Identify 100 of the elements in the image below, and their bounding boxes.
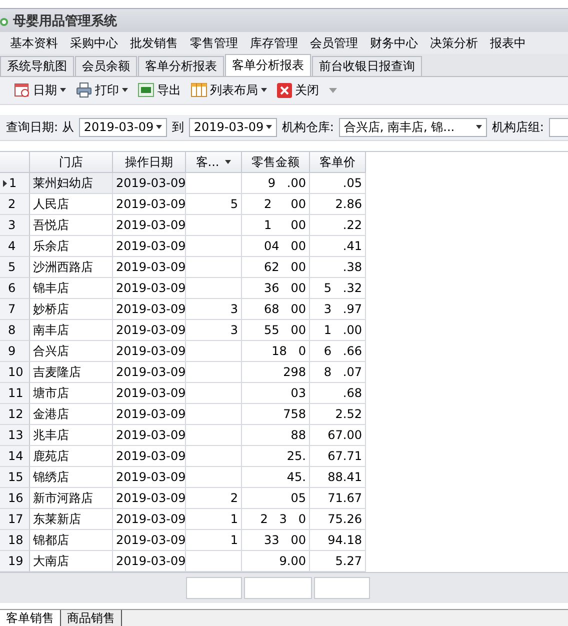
menu-item[interactable]: 批发销售 — [124, 34, 184, 52]
warehouse-field[interactable]: 合兴店, 南丰店, 锦... — [338, 118, 487, 137]
menu-item[interactable]: 决策分析 — [424, 34, 484, 52]
table-cell: 2019-03-09 — [113, 551, 186, 572]
column-header[interactable]: 客... — [186, 152, 242, 173]
toolbar-button[interactable]: 日期 — [14, 82, 66, 99]
table-cell: 南丰店 — [30, 320, 113, 341]
table-cell: 2019-03-09 — [113, 488, 186, 509]
row-number: 5 — [0, 257, 30, 278]
toolbar-button[interactable]: 列表布局 — [191, 82, 267, 99]
table-cell: 兆丰店 — [30, 425, 113, 446]
table-cell: 2 3 0 — [242, 509, 310, 530]
table-cell: 2 00 — [242, 194, 310, 215]
table-cell: 吾悦店 — [30, 215, 113, 236]
row-number: 15 — [0, 467, 30, 488]
table-cell: 锦都店 — [30, 530, 113, 551]
table-cell: 758 — [242, 404, 310, 425]
date-label: 查询日期: 从 — [6, 118, 74, 136]
menu-item[interactable]: 零售管理 — [184, 34, 244, 52]
tab[interactable]: 客单分析报表 — [138, 56, 224, 76]
table-cell: 1 .00 — [310, 320, 366, 341]
table-cell: 2019-03-09 — [113, 341, 186, 362]
table-cell: 2019-03-09 — [113, 278, 186, 299]
spreadsheet-icon — [138, 83, 154, 98]
row-number: 14 — [0, 446, 30, 467]
row-number: 8 — [0, 320, 30, 341]
table-cell: 吉麦隆店 — [30, 362, 113, 383]
table-cell: 2019-03-09 — [113, 215, 186, 236]
tab[interactable]: 客单销售 — [0, 610, 61, 626]
table-cell: 2019-03-09 — [113, 173, 186, 194]
summary-cell — [186, 577, 242, 599]
table-cell: 东莱新店 — [30, 509, 113, 530]
table-cell: 2 — [186, 488, 242, 509]
table-cell: 2019-03-09 — [113, 320, 186, 341]
table-cell: 9 .00 — [242, 173, 310, 194]
tab[interactable]: 客单分析报表 — [225, 54, 311, 76]
table-cell: 88 — [242, 425, 310, 446]
column-header[interactable]: 操作日期 — [113, 152, 186, 173]
to-label: 到 — [172, 118, 184, 136]
table-cell: 298 — [242, 362, 310, 383]
table-cell: .22 — [310, 215, 366, 236]
row-number: 18 — [0, 530, 30, 551]
menu-item[interactable]: 会员管理 — [304, 34, 364, 52]
caret-icon — [156, 125, 162, 130]
menu-item[interactable]: 采购中心 — [64, 34, 124, 52]
table-cell: 55 00 — [242, 320, 310, 341]
menu-item[interactable]: 财务中心 — [364, 34, 424, 52]
column-header[interactable]: 客单价 — [310, 152, 366, 173]
tab[interactable]: 商品销售 — [61, 610, 122, 626]
table-cell: 3 — [186, 320, 242, 341]
store-group-label: 机构店组: — [492, 118, 544, 136]
row-number: 10 — [0, 362, 30, 383]
table-cell: 1 — [186, 530, 242, 551]
table-cell: 金港店 — [30, 404, 113, 425]
table-cell: 2019-03-09 — [113, 236, 186, 257]
table-cell: .41 — [310, 236, 366, 257]
table-cell: 1 — [186, 509, 242, 530]
table-cell: 2.52 — [310, 404, 366, 425]
toolbar-button[interactable]: 关闭 — [277, 82, 319, 99]
caret-icon — [266, 125, 272, 130]
table-cell: .68 — [310, 383, 366, 404]
table-icon — [191, 83, 207, 98]
table-cell: 04 00 — [242, 236, 310, 257]
row-number: 19 — [0, 551, 30, 572]
summary-cell — [314, 577, 370, 599]
toolbar-button[interactable]: 打印 — [76, 82, 128, 99]
column-header[interactable]: 门店 — [30, 152, 113, 173]
table-cell: 2.86 — [310, 194, 366, 215]
row-number: 7 — [0, 299, 30, 320]
table-cell: 2019-03-09 — [113, 467, 186, 488]
date-to-field[interactable]: 2019-03-09 — [188, 118, 277, 137]
table-cell: 妙桥店 — [30, 299, 113, 320]
table-cell: 2019-03-09 — [113, 257, 186, 278]
row-number: 4 — [0, 236, 30, 257]
table-cell: 锦绣店 — [30, 467, 113, 488]
table-cell: 3 — [186, 299, 242, 320]
row-number: 17 — [0, 509, 30, 530]
date-from-field[interactable]: 2019-03-09 — [78, 118, 167, 137]
table-cell: 乐余店 — [30, 236, 113, 257]
warehouse-label: 机构仓库: — [282, 118, 334, 136]
table-cell: 62 00 — [242, 257, 310, 278]
table-cell: 5.27 — [310, 551, 366, 572]
menu-item[interactable]: 基本资料 — [4, 34, 64, 52]
tab[interactable]: 系统导航图 — [0, 56, 74, 76]
toolbar-button[interactable]: 导出 — [138, 82, 181, 99]
menu-item[interactable]: 报表中 — [484, 34, 532, 52]
overflow-icon[interactable] — [329, 88, 337, 93]
column-header[interactable]: 零售金额 — [242, 152, 310, 173]
table-cell: 沙洲西路店 — [30, 257, 113, 278]
row-number: 12 — [0, 404, 30, 425]
tab[interactable]: 前台收银日报查询 — [312, 56, 422, 76]
tab[interactable]: 会员余额 — [75, 56, 137, 76]
row-pointer-icon — [3, 180, 7, 186]
menu-item[interactable]: 库存管理 — [244, 34, 304, 52]
table-cell: .38 — [310, 257, 366, 278]
caret-icon — [476, 125, 482, 130]
table-cell: 2019-03-09 — [113, 362, 186, 383]
table-cell: 71.67 — [310, 488, 366, 509]
calendar-icon — [14, 82, 30, 98]
close-icon — [277, 82, 292, 98]
